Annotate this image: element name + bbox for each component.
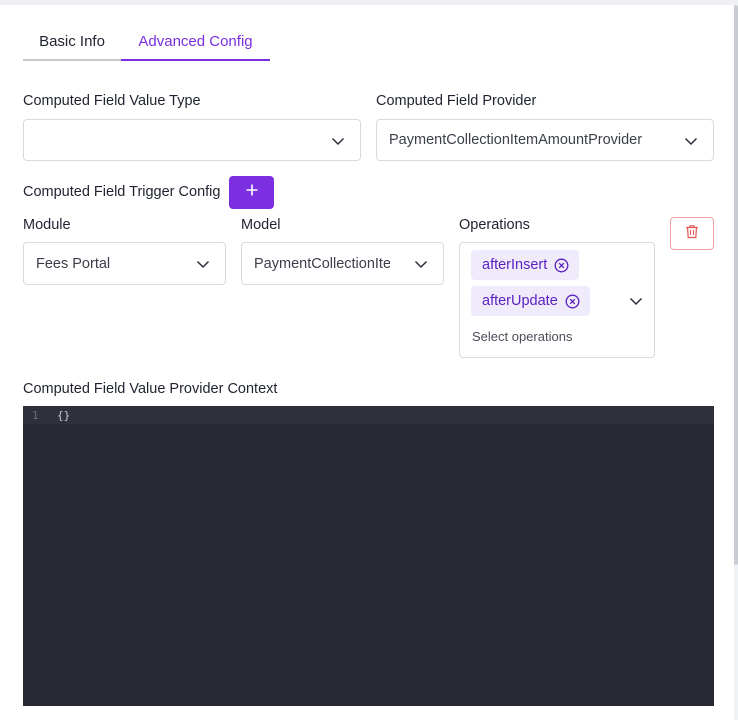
provider-select[interactable]: PaymentCollectionItemAmountProvider (376, 119, 714, 161)
circle-x-icon[interactable] (554, 258, 569, 273)
scrollbar[interactable] (734, 5, 738, 720)
code-editor[interactable]: 1 {} (23, 406, 714, 706)
line-number: 1 (32, 409, 39, 422)
trash-icon (685, 224, 699, 244)
chip-label: afterInsert (482, 257, 548, 273)
module-select[interactable]: Fees Portal (23, 242, 226, 285)
chip-label: afterUpdate (482, 293, 558, 309)
add-trigger-button[interactable] (229, 176, 274, 209)
value-type-label: Computed Field Value Type (23, 93, 201, 109)
circle-x-icon[interactable] (565, 294, 580, 309)
context-label: Computed Field Value Provider Context (23, 381, 278, 397)
model-value: PaymentCollectionItem (254, 256, 390, 272)
tab-advanced-config[interactable]: Advanced Config (121, 27, 270, 61)
module-value: Fees Portal (36, 256, 111, 272)
trigger-config-label: Computed Field Trigger Config (23, 184, 221, 200)
operation-chip: afterInsert (471, 250, 580, 280)
operation-chip: afterUpdate (471, 286, 590, 316)
chevron-down-icon (331, 134, 345, 148)
model-select[interactable]: PaymentCollectionItem (241, 242, 444, 285)
module-label: Module (23, 217, 71, 233)
scrollbar-thumb[interactable] (734, 5, 738, 565)
active-line (23, 406, 714, 424)
value-type-select[interactable] (23, 119, 361, 161)
code-text[interactable]: {} (57, 409, 70, 422)
chevron-down-icon (196, 257, 210, 271)
delete-trigger-button[interactable] (670, 217, 714, 250)
operations-multiselect[interactable]: afterInsert afterUpdate Select operation… (459, 242, 655, 358)
plus-icon (245, 183, 259, 202)
provider-value: PaymentCollectionItemAmountProvider (389, 132, 643, 148)
operations-placeholder: Select operations (472, 329, 573, 344)
operations-label: Operations (459, 217, 530, 233)
chevron-down-icon (684, 134, 698, 148)
tab-basic-info[interactable]: Basic Info (23, 27, 121, 61)
chevron-down-icon (414, 257, 428, 271)
provider-label: Computed Field Provider (376, 93, 537, 109)
chevron-down-icon[interactable] (629, 294, 643, 308)
model-label: Model (241, 217, 281, 233)
top-strip (0, 0, 738, 5)
